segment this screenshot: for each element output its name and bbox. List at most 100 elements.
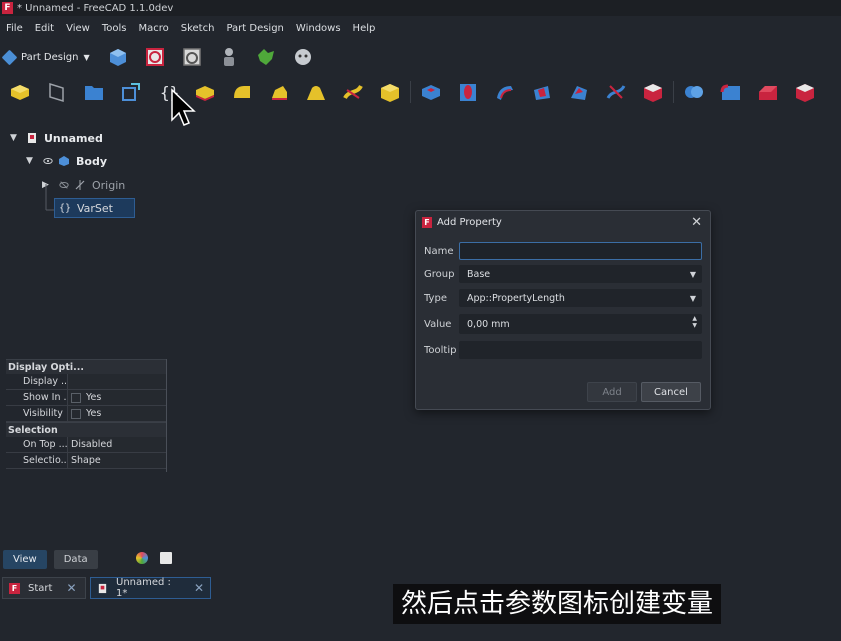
subtractive-loft-icon[interactable]: [528, 79, 556, 105]
property-row[interactable]: Visibility Yes: [6, 406, 167, 422]
menu-help[interactable]: Help: [347, 23, 382, 34]
tree-connector-lines: [45, 184, 54, 211]
checkbox[interactable]: [71, 408, 81, 419]
close-icon[interactable]: ✕: [691, 215, 702, 230]
document-tabs: F Start ✕ Unnamed : 1* ✕: [2, 577, 215, 599]
tab-view[interactable]: View: [3, 550, 47, 569]
property-name: Selectio...: [6, 453, 68, 468]
tree-item-unnamed[interactable]: ▼ Unnamed: [10, 128, 103, 148]
tab-unnamed[interactable]: Unnamed : 1* ✕: [90, 577, 211, 599]
checkbox[interactable]: [71, 392, 81, 403]
toolbar-separator: [410, 81, 411, 103]
additive-primitive-icon[interactable]: [376, 79, 404, 105]
name-input[interactable]: [459, 242, 702, 260]
chevron-down-icon[interactable]: ▼: [10, 133, 20, 143]
spin-arrows-icon[interactable]: ▲ ▼: [692, 315, 697, 329]
group-value: Base: [467, 268, 491, 280]
subtractive-primitive-icon[interactable]: [639, 79, 667, 105]
macro-icon[interactable]: [252, 44, 280, 70]
groove-icon[interactable]: [491, 79, 519, 105]
robot-icon[interactable]: [215, 44, 243, 70]
cancel-button[interactable]: Cancel: [641, 382, 701, 402]
property-value[interactable]: Shape: [68, 453, 167, 468]
tab-label: Unnamed : 1*: [116, 577, 171, 599]
menu-part-design[interactable]: Part Design: [220, 23, 289, 34]
type-select[interactable]: App::PropertyLength ▼: [459, 289, 702, 307]
pocket-icon[interactable]: [417, 79, 445, 105]
pipe-icon[interactable]: [302, 79, 330, 105]
property-view: Display Opti... Display ... Show In ... …: [6, 359, 167, 469]
property-row[interactable]: Show In ... Yes: [6, 390, 167, 406]
dialog-title: Add Property: [437, 216, 502, 228]
hole-icon[interactable]: [454, 79, 482, 105]
menu-edit[interactable]: Edit: [29, 23, 60, 34]
property-group-selection[interactable]: Selection: [6, 422, 167, 437]
close-icon[interactable]: ✕: [66, 581, 76, 595]
menu-macro[interactable]: Macro: [132, 23, 174, 34]
property-group-display[interactable]: Display Opti...: [6, 359, 167, 374]
sketch-check-icon[interactable]: [178, 44, 206, 70]
menu-sketch[interactable]: Sketch: [175, 23, 221, 34]
property-name: Display ...: [6, 374, 68, 389]
part-design-toolbar: {}: [0, 76, 828, 108]
property-value[interactable]: Disabled: [68, 437, 167, 452]
helix-icon[interactable]: [339, 79, 367, 105]
name-row: Name: [424, 241, 704, 261]
fillet-icon[interactable]: [717, 79, 745, 105]
value-text: 0,00 mm: [467, 318, 510, 330]
chamfer-icon[interactable]: [754, 79, 782, 105]
sketch-icon[interactable]: [43, 79, 71, 105]
property-value[interactable]: Yes: [68, 390, 167, 405]
tooltip-input[interactable]: [459, 341, 702, 359]
property-value[interactable]: Yes: [68, 406, 167, 421]
property-row[interactable]: Selectio... Shape: [6, 453, 167, 469]
property-value-text: Yes: [86, 391, 102, 403]
revolution-icon[interactable]: [228, 79, 256, 105]
panel-divider: [166, 359, 167, 472]
document-icon: [26, 132, 38, 144]
property-tabs: View Data: [3, 550, 105, 569]
body-icon[interactable]: [6, 79, 34, 105]
menu-file[interactable]: File: [0, 23, 29, 34]
sketch-validate-icon[interactable]: [141, 44, 169, 70]
menu-windows[interactable]: Windows: [290, 23, 347, 34]
chevron-down-icon: ▼: [83, 52, 90, 62]
part-design-icon: [1, 49, 18, 65]
close-icon[interactable]: ✕: [194, 581, 204, 595]
menu-view[interactable]: View: [60, 23, 96, 34]
property-name: Visibility: [6, 406, 68, 421]
color-wheel-icon[interactable]: [136, 552, 148, 564]
add-property-dialog: F Add Property ✕ Name Group Base ▼ Type …: [415, 210, 711, 410]
value-spinbox[interactable]: 0,00 mm ▲ ▼: [459, 314, 702, 334]
subtractive-helix-icon[interactable]: [602, 79, 630, 105]
document-icon: [97, 583, 108, 594]
workbench-selector[interactable]: Part Design ▼: [0, 48, 94, 66]
property-name: On Top ...: [6, 437, 68, 452]
type-label: Type: [424, 292, 447, 304]
part-icon[interactable]: [104, 44, 132, 70]
draft-icon[interactable]: [791, 79, 819, 105]
assistant-icon[interactable]: [289, 44, 317, 70]
shape-binder-icon[interactable]: [117, 79, 145, 105]
subtractive-pipe-icon[interactable]: [565, 79, 593, 105]
loft-icon[interactable]: [265, 79, 293, 105]
tree-label-origin: Origin: [92, 178, 126, 192]
tree-label-unnamed: Unnamed: [44, 131, 103, 145]
group-row: Group Base ▼: [424, 264, 704, 284]
tab-start[interactable]: F Start ✕: [2, 577, 86, 599]
group-label: Group: [424, 268, 455, 280]
toolbar-separator: [673, 81, 674, 103]
menu-tools[interactable]: Tools: [96, 23, 133, 34]
tab-data[interactable]: Data: [53, 550, 98, 569]
property-row[interactable]: On Top ... Disabled: [6, 437, 167, 453]
property-value[interactable]: [68, 374, 167, 389]
group-icon[interactable]: [80, 79, 108, 105]
property-row[interactable]: Display ...: [6, 374, 167, 390]
boolean-icon[interactable]: [680, 79, 708, 105]
tree-item-varset[interactable]: {} VarSet: [54, 198, 135, 218]
group-select[interactable]: Base ▼: [459, 265, 702, 283]
document-icon[interactable]: [160, 552, 172, 564]
add-button[interactable]: Add: [587, 382, 637, 402]
menu-bar: File Edit View Tools Macro Sketch Part D…: [0, 19, 381, 37]
title-bar: F * Unnamed - FreeCAD 1.1.0dev: [0, 0, 841, 16]
